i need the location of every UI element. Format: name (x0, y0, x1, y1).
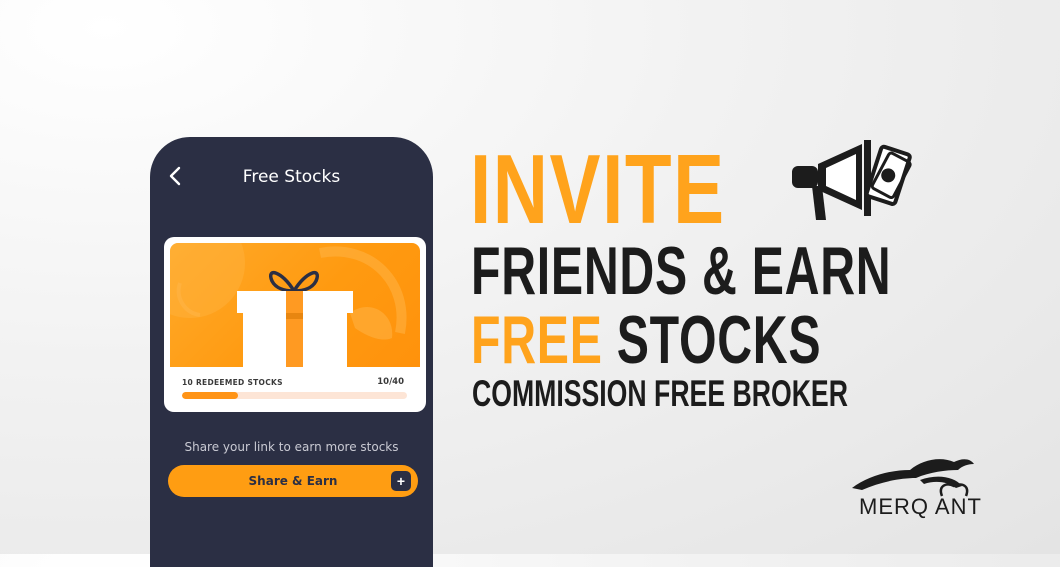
progress-count: 10/40 (377, 377, 404, 387)
headline-friends-earn: FRIENDS & EARN (471, 233, 892, 309)
headline-commission-free: COMMISSION FREE BROKER (472, 373, 848, 414)
card-hero (170, 243, 420, 367)
share-earn-label: Share & Earn (248, 474, 338, 488)
page-title: Free Stocks (242, 167, 341, 187)
progress-bar-fill (182, 392, 239, 399)
headline-invite: INVITE (470, 134, 726, 244)
headline-stocks: STOCKS (602, 302, 822, 378)
plus-icon: + (391, 471, 411, 491)
progress-bar (182, 392, 407, 399)
logo-wordmark: MERQ ANT (859, 494, 982, 519)
megaphone-icon (792, 140, 912, 220)
share-prompt: Share your link to earn more stocks (184, 440, 399, 454)
rewards-card: 10 REDEEMED STOCKS 10/40 (164, 237, 426, 412)
progress-label: 10 REDEEMED STOCKS (182, 378, 283, 387)
headline-free: FREE (471, 302, 603, 378)
share-earn-button[interactable]: Share & Earn + (168, 465, 418, 497)
headline-free-stocks: FREE STOCKS (471, 301, 821, 379)
gift-illustration (170, 243, 407, 367)
phone-header: Free Stocks (150, 137, 433, 215)
phone-mockup: Free Stocks 10 REDEEMED STOCKS 10/40 Sha… (150, 137, 433, 567)
